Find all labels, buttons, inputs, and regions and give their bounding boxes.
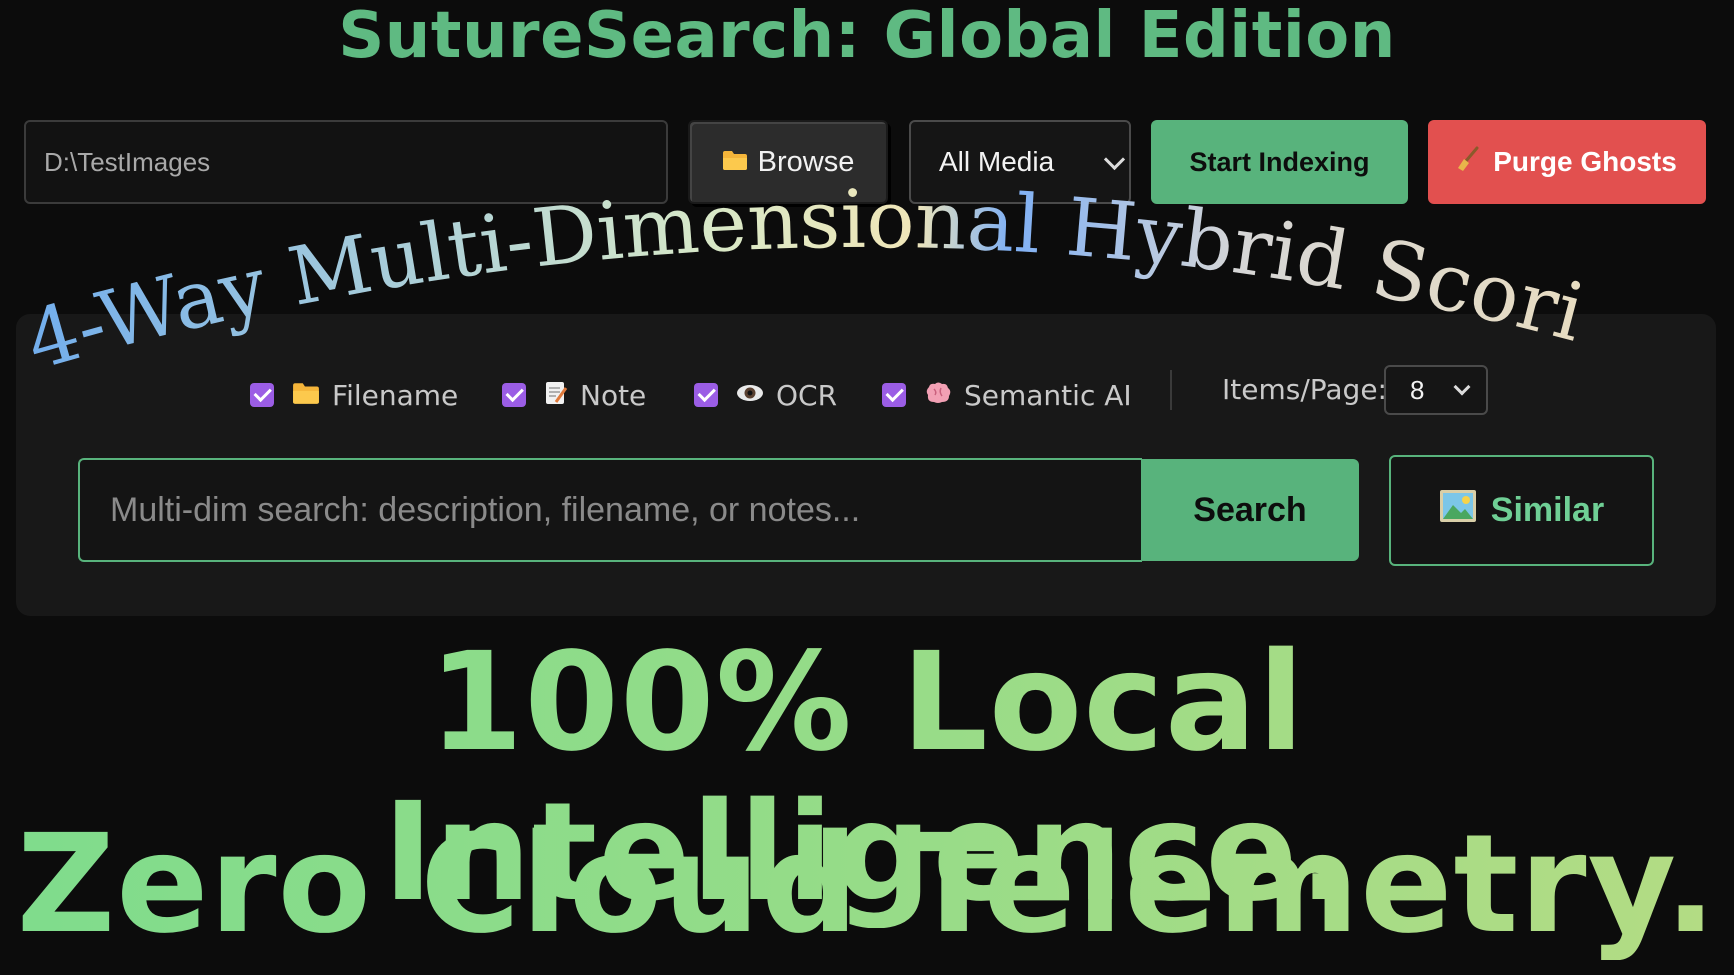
brain-icon (924, 381, 952, 410)
note-label: Note (580, 378, 647, 412)
search-input[interactable] (78, 458, 1142, 562)
purge-ghosts-label: Purge Ghosts (1493, 146, 1677, 177)
browse-label: Browse (757, 145, 855, 178)
options-divider (1170, 370, 1172, 410)
chevron-down-icon (1453, 378, 1471, 396)
items-per-page-select[interactable]: 8 (1384, 365, 1488, 415)
similar-button[interactable]: Similar (1389, 455, 1654, 566)
items-per-page-value: 8 (1410, 374, 1425, 405)
folder-path-input[interactable] (24, 120, 668, 204)
media-type-value: All Media (939, 146, 1055, 177)
ocr-label: OCR (776, 378, 838, 412)
broom-icon (1457, 146, 1481, 179)
folder-icon (722, 146, 748, 179)
eye-icon (736, 382, 764, 408)
ocr-checkbox[interactable] (694, 383, 718, 407)
option-note[interactable]: Note (502, 370, 646, 420)
tagline-zero-telemetry: Zero Cloud Telemetry. (0, 810, 1734, 960)
option-semantic-ai[interactable]: Semantic AI (882, 370, 1132, 420)
purge-ghosts-button[interactable]: Purge Ghosts (1428, 120, 1706, 204)
note-checkbox[interactable] (502, 383, 526, 407)
start-indexing-button[interactable]: Start Indexing (1151, 120, 1408, 204)
option-ocr[interactable]: OCR (694, 370, 837, 420)
app-title: SutureSearch: Global Edition (338, 0, 1396, 73)
semantic-ai-label: Semantic AI (964, 378, 1132, 412)
memo-icon (544, 380, 568, 411)
search-label: Search (1193, 490, 1307, 529)
app-window: SutureSearch: Global Edition Browse All … (0, 0, 1734, 975)
filename-checkbox[interactable] (250, 383, 274, 407)
browse-button[interactable]: Browse (688, 120, 888, 204)
chevron-down-icon (1103, 148, 1126, 171)
folder-icon (292, 381, 320, 410)
items-per-page-label: Items/Page: (1222, 373, 1387, 406)
semantic-ai-checkbox[interactable] (882, 383, 906, 407)
filename-label: Filename (332, 378, 459, 412)
option-filename[interactable]: Filename (250, 370, 458, 420)
media-type-select[interactable]: All Media (909, 120, 1131, 204)
search-button[interactable]: Search (1141, 459, 1359, 561)
start-indexing-label: Start Indexing (1189, 146, 1370, 177)
similar-label: Similar (1490, 491, 1605, 529)
picture-icon (1439, 489, 1477, 532)
